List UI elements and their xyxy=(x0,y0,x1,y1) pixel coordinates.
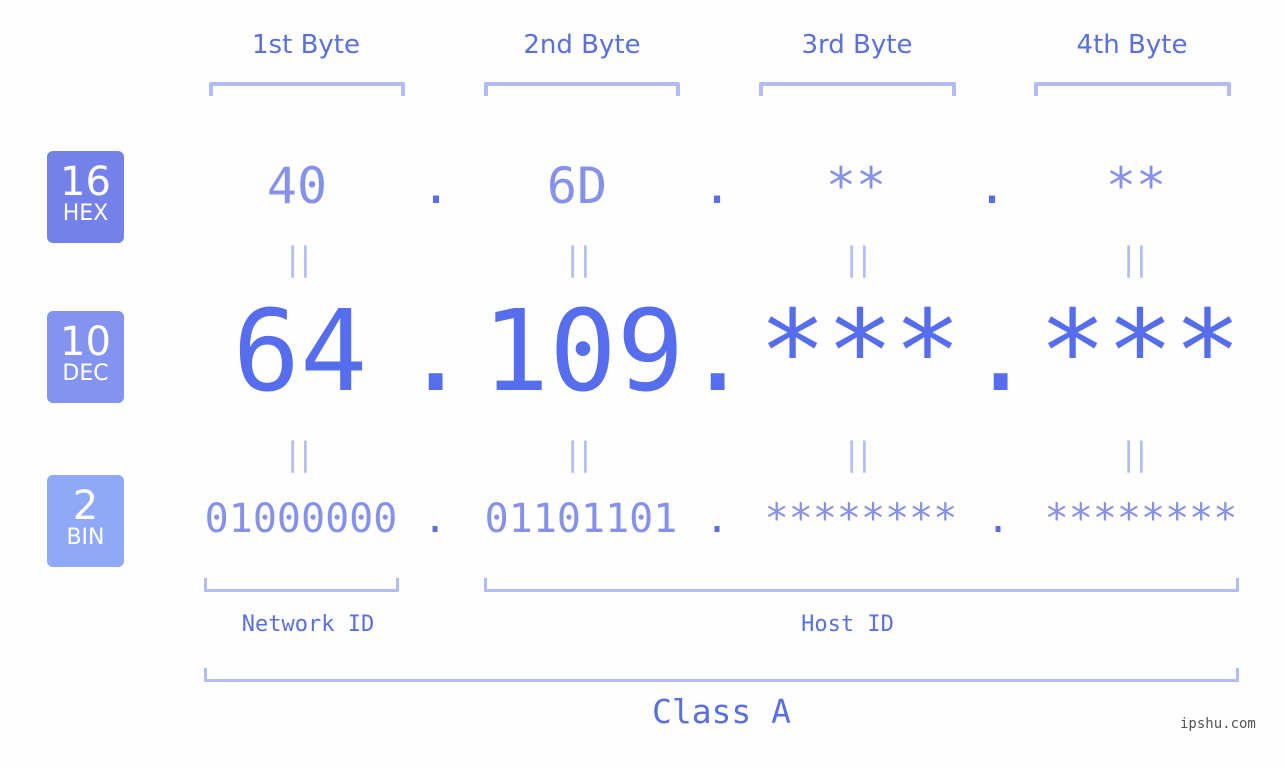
hex-byte-2: 6D xyxy=(546,157,608,215)
hex-separator-2: . xyxy=(701,157,733,215)
bin-byte-4: ******** xyxy=(1044,496,1238,542)
network-id-bracket xyxy=(204,578,399,592)
hex-base-label: HEX xyxy=(62,201,109,226)
bin-separator-1: . xyxy=(422,496,448,542)
watermark: ipshu.com xyxy=(1180,716,1256,732)
dec-byte-1: 64 xyxy=(232,287,368,417)
dec-byte-4: *** xyxy=(1038,287,1242,417)
byte-header-4: 4th Byte xyxy=(1076,30,1188,60)
dec-base-number: 10 xyxy=(60,319,111,365)
dec-byte-3: *** xyxy=(758,287,962,417)
equals-icon: || xyxy=(1123,435,1149,473)
hex-byte-1: 40 xyxy=(266,157,328,215)
hex-byte-4: ** xyxy=(1105,157,1167,215)
hex-separator-3: . xyxy=(976,157,1008,215)
bin-separator-3: . xyxy=(985,496,1011,542)
byte-bracket-3 xyxy=(759,82,956,96)
hex-base-badge: 16 HEX xyxy=(47,151,124,243)
equals-icon: || xyxy=(287,435,313,473)
dec-base-label: DEC xyxy=(62,361,109,386)
host-id-bracket xyxy=(484,578,1239,592)
host-id-label: Host ID xyxy=(801,612,894,637)
byte-header-2: 2nd Byte xyxy=(523,30,641,60)
equals-icon: || xyxy=(567,240,593,278)
bin-byte-1: 01000000 xyxy=(204,496,398,542)
byte-bracket-1 xyxy=(209,82,405,96)
bin-separator-2: . xyxy=(704,496,730,542)
network-id-label: Network ID xyxy=(241,612,375,637)
byte-header-1: 1st Byte xyxy=(252,30,360,60)
hex-byte-3: ** xyxy=(825,157,887,215)
bin-byte-3: ******** xyxy=(764,496,958,542)
bin-byte-2: 01101101 xyxy=(484,496,678,542)
hex-separator-1: . xyxy=(420,157,452,215)
byte-header-3: 3rd Byte xyxy=(801,30,913,60)
bin-base-number: 2 xyxy=(72,483,99,529)
equals-icon: || xyxy=(287,240,313,278)
ip-class-label: Class A xyxy=(651,692,792,731)
byte-bracket-2 xyxy=(484,82,680,96)
dec-base-badge: 10 DEC xyxy=(47,311,124,403)
equals-icon: || xyxy=(1123,240,1149,278)
bin-base-label: BIN xyxy=(66,525,105,550)
equals-icon: || xyxy=(846,240,872,278)
class-bracket xyxy=(204,668,1239,682)
equals-icon: || xyxy=(567,435,593,473)
hex-base-number: 16 xyxy=(60,159,111,205)
dec-byte-2: 109 xyxy=(481,287,685,417)
bin-base-badge: 2 BIN xyxy=(47,475,124,567)
equals-icon: || xyxy=(846,435,872,473)
byte-bracket-4 xyxy=(1034,82,1231,96)
